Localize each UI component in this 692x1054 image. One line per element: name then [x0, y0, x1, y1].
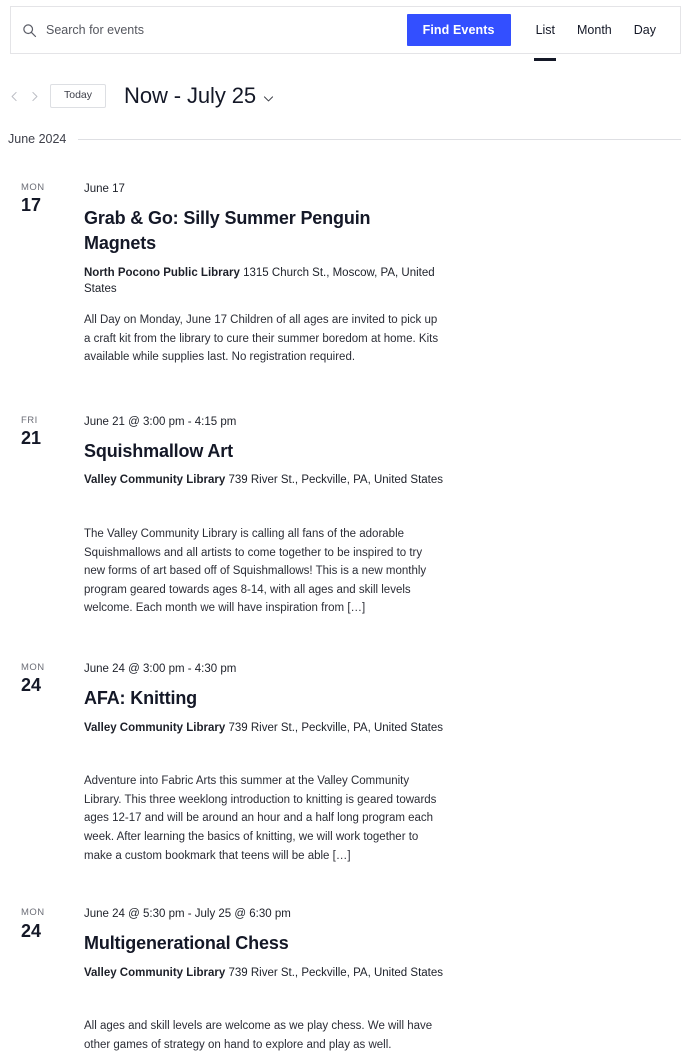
event-list-item: FRI 21 June 21 @ 3:00 pm - 4:15 pm Squis…	[0, 403, 692, 618]
chevron-down-icon[interactable]	[262, 85, 275, 111]
event-title-link[interactable]: Multigenerational Chess	[84, 931, 444, 957]
event-datetime: June 21 @ 3:00 pm - 4:15 pm	[84, 415, 237, 428]
view-tabs: List Month Day	[525, 7, 680, 53]
event-venue-address: 739 River St., Peckville, PA, United Sta…	[228, 966, 443, 979]
tab-day[interactable]: Day	[623, 7, 667, 53]
event-venue: North Pocono Public Library 1315 Church …	[84, 266, 444, 297]
event-venue: Valley Community Library 739 River St., …	[84, 721, 444, 737]
event-datetime: June 24 @ 3:00 pm - 4:30 pm	[84, 663, 237, 676]
date-range-title[interactable]: Now - July 25	[124, 82, 275, 111]
search-input[interactable]	[46, 22, 366, 38]
event-details: June 24 @ 5:30 pm - July 25 @ 6:30 pm Mu…	[84, 895, 464, 1054]
events-search-bar: Find Events List Month Day	[10, 6, 681, 54]
event-venue-name[interactable]: Valley Community Library	[84, 967, 225, 979]
event-list: MON 17 June 17 Grab & Go: Silly Summer P…	[0, 170, 692, 1054]
event-date-block: MON 24	[8, 650, 84, 697]
chevron-right-icon[interactable]	[24, 85, 44, 107]
event-title-link[interactable]: Squishmallow Art	[84, 439, 444, 465]
event-date-block: FRI 21	[8, 403, 84, 450]
event-title-link[interactable]: Grab & Go: Silly Summer Penguin Magnets	[84, 206, 444, 257]
event-venue-address: 739 River St., Peckville, PA, United Sta…	[228, 721, 443, 734]
event-details: June 17 Grab & Go: Silly Summer Penguin …	[84, 170, 464, 367]
event-description: Adventure into Fabric Arts this summer a…	[84, 775, 437, 862]
event-day-of-month: 21	[21, 428, 42, 449]
event-day-of-week: FRI	[21, 414, 38, 426]
event-day-of-month: 24	[21, 920, 42, 941]
event-title-link[interactable]: AFA: Knitting	[84, 686, 444, 712]
event-venue-name[interactable]: Valley Community Library	[84, 474, 225, 486]
event-day-of-month: 24	[21, 675, 42, 696]
tab-month[interactable]: Month	[566, 7, 623, 53]
event-venue: Valley Community Library 739 River St., …	[84, 473, 444, 489]
event-day-of-week: MON	[21, 182, 45, 193]
event-venue-address: 739 River St., Peckville, PA, United Sta…	[228, 474, 443, 487]
event-description: The Valley Community Library is calling …	[84, 527, 427, 615]
event-date-block: MON 17	[8, 170, 84, 217]
event-venue: Valley Community Library 739 River St., …	[84, 966, 444, 982]
search-field[interactable]	[11, 7, 407, 53]
event-list-item: MON 17 June 17 Grab & Go: Silly Summer P…	[0, 170, 692, 367]
date-range-label: Now - July 25	[124, 83, 256, 108]
today-button[interactable]: Today	[50, 83, 107, 109]
event-details: June 24 @ 3:00 pm - 4:30 pm AFA: Knittin…	[84, 650, 464, 865]
date-navigation: Today Now - July 25	[0, 78, 692, 114]
find-events-button[interactable]: Find Events	[406, 14, 511, 46]
event-description: All Day on Monday, June 17 Children of a…	[84, 314, 439, 364]
event-day-of-month: 17	[21, 195, 42, 216]
event-list-item: MON 24 June 24 @ 5:30 pm - July 25 @ 6:3…	[0, 895, 692, 1054]
event-description: All ages and skill levels are welcome as…	[84, 1020, 433, 1051]
month-separator: June 2024	[8, 132, 681, 146]
tab-list[interactable]: List	[525, 7, 566, 53]
event-day-of-week: MON	[21, 907, 45, 919]
chevron-left-icon[interactable]	[4, 85, 24, 107]
event-datetime: June 17	[84, 183, 125, 195]
event-details: June 21 @ 3:00 pm - 4:15 pm Squishmallow…	[84, 403, 464, 618]
event-venue-name[interactable]: North Pocono Public Library	[84, 267, 240, 279]
search-icon	[22, 23, 37, 38]
event-day-of-week: MON	[21, 662, 45, 674]
event-date-block: MON 24	[8, 895, 84, 942]
month-separator-label: June 2024	[8, 132, 67, 146]
month-separator-rule	[78, 138, 681, 140]
event-datetime: June 24 @ 5:30 pm - July 25 @ 6:30 pm	[84, 908, 291, 921]
event-venue-name[interactable]: Valley Community Library	[84, 722, 225, 734]
event-list-item: MON 24 June 24 @ 3:00 pm - 4:30 pm AFA: …	[0, 650, 692, 865]
